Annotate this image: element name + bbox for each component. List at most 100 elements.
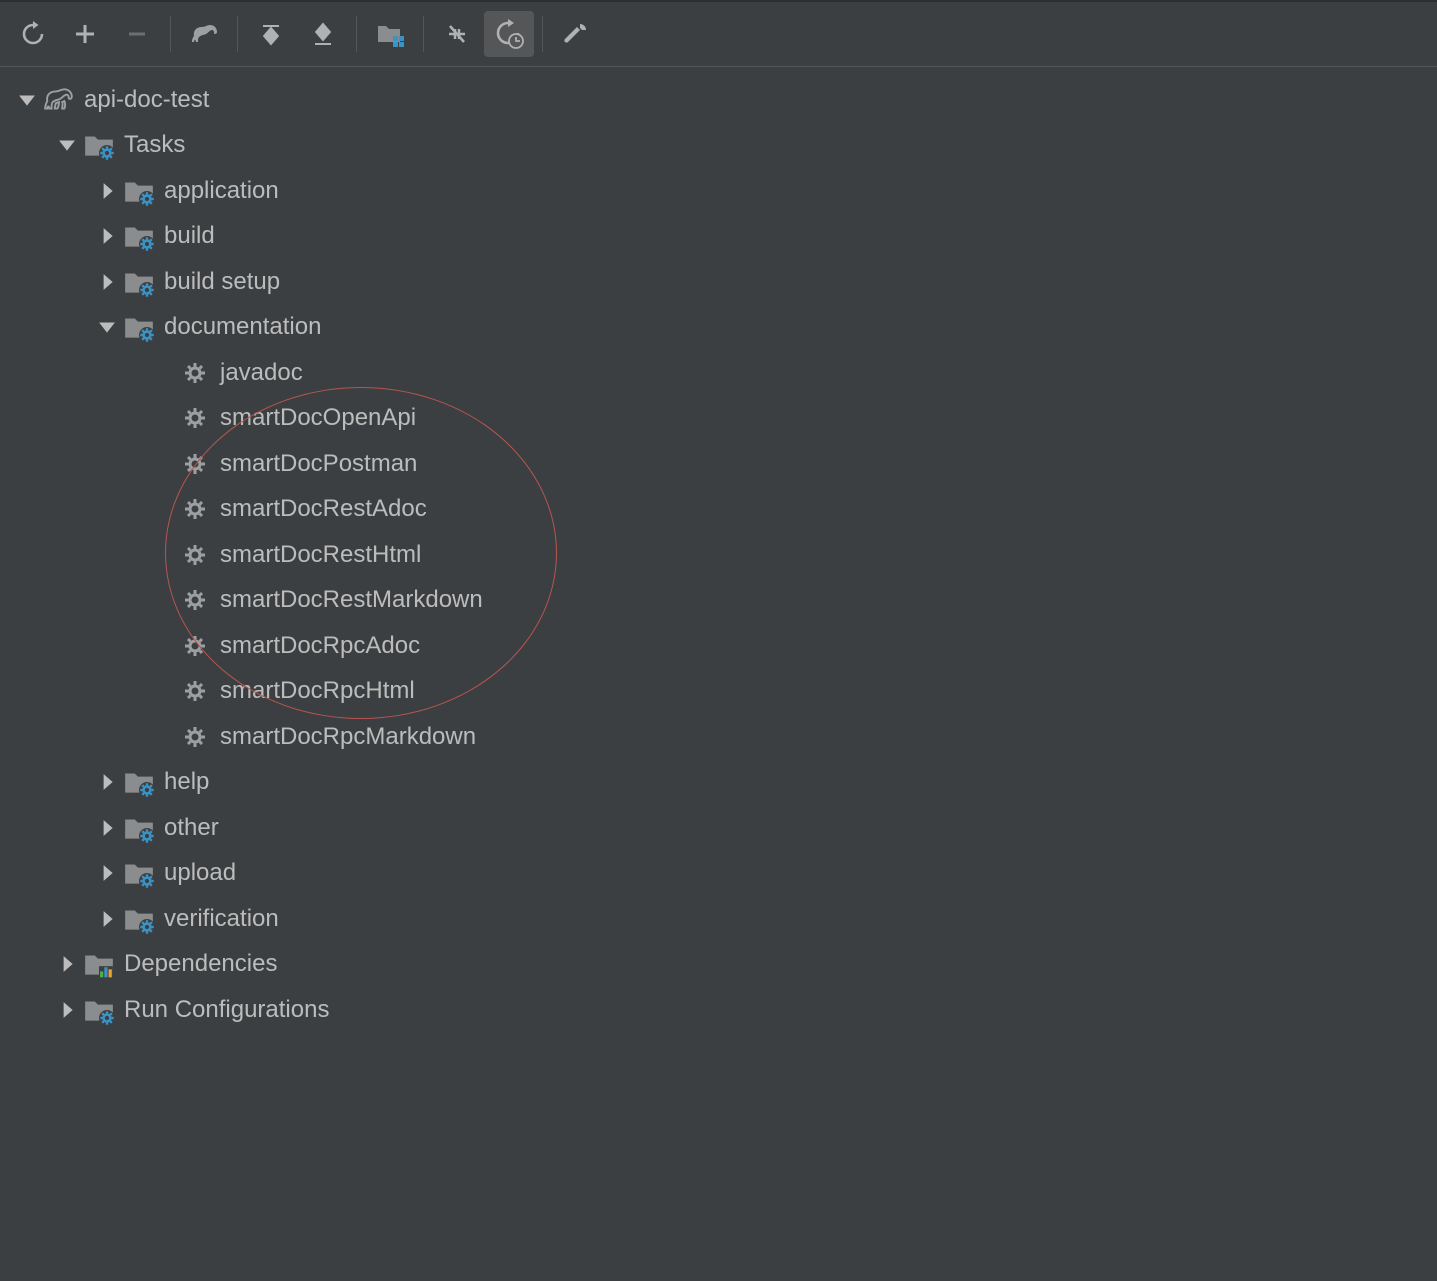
- chevron-right-icon[interactable]: [98, 182, 116, 200]
- folder-gear-icon: [122, 811, 156, 845]
- gradle-icon: [42, 83, 76, 117]
- gradle-link-button[interactable]: [179, 11, 229, 57]
- gear-icon: [178, 356, 212, 390]
- tree-project-root[interactable]: api-doc-test: [0, 77, 1437, 123]
- refresh-clock-icon: [494, 19, 524, 49]
- group-label: build: [164, 222, 215, 250]
- settings-button[interactable]: [551, 11, 601, 57]
- tree-task-smartdoc-openapi[interactable]: smartDocOpenApi: [0, 396, 1437, 442]
- project-name-label: api-doc-test: [84, 86, 209, 114]
- group-label: verification: [164, 905, 279, 933]
- task-label: javadoc: [220, 359, 303, 387]
- toolbar-separator: [542, 16, 543, 52]
- tree-task-smartdoc-postman[interactable]: smartDocPostman: [0, 441, 1437, 487]
- tree-task-smartdoc-rpc-html[interactable]: smartDocRpcHtml: [0, 669, 1437, 715]
- chevron-right-icon[interactable]: [98, 864, 116, 882]
- chevron-right-icon[interactable]: [98, 227, 116, 245]
- gear-icon: [178, 538, 212, 572]
- group-label: application: [164, 177, 279, 205]
- tree-task-smartdoc-rest-adoc[interactable]: smartDocRestAdoc: [0, 487, 1437, 533]
- auto-reload-button[interactable]: [484, 11, 534, 57]
- tree-node-tasks[interactable]: Tasks: [0, 123, 1437, 169]
- folder-gear-icon: [122, 856, 156, 890]
- project-selector-button[interactable]: [365, 11, 415, 57]
- gear-icon: [178, 629, 212, 663]
- tree-group-build[interactable]: build: [0, 214, 1437, 260]
- remove-button[interactable]: [112, 11, 162, 57]
- tree-task-smartdoc-rest-html[interactable]: smartDocRestHtml: [0, 532, 1437, 578]
- chevron-down-icon[interactable]: [98, 318, 116, 336]
- group-label: upload: [164, 859, 236, 887]
- expand-all-button[interactable]: [246, 11, 296, 57]
- group-label: documentation: [164, 313, 321, 341]
- offline-mode-button[interactable]: [432, 11, 482, 57]
- task-label: smartDocRpcAdoc: [220, 632, 420, 660]
- dependencies-label: Dependencies: [124, 950, 277, 978]
- task-label: smartDocOpenApi: [220, 404, 416, 432]
- chevron-right-icon[interactable]: [98, 773, 116, 791]
- task-label: smartDocRestAdoc: [220, 495, 427, 523]
- plus-icon: [73, 22, 97, 46]
- gear-icon: [178, 674, 212, 708]
- task-label: smartDocPostman: [220, 450, 417, 478]
- task-label: smartDocRpcHtml: [220, 677, 415, 705]
- run-configs-label: Run Configurations: [124, 996, 329, 1024]
- tree-task-smartdoc-rest-markdown[interactable]: smartDocRestMarkdown: [0, 578, 1437, 624]
- gear-icon: [178, 720, 212, 754]
- folder-grid-icon: [375, 19, 405, 49]
- task-label: smartDocRpcMarkdown: [220, 723, 476, 751]
- tree-task-smartdoc-rpc-markdown[interactable]: smartDocRpcMarkdown: [0, 714, 1437, 760]
- toolbar-separator: [423, 16, 424, 52]
- elephant-icon: [189, 19, 219, 49]
- tree-group-verification[interactable]: verification: [0, 896, 1437, 942]
- folder-gear-icon: [122, 310, 156, 344]
- toolbar-separator: [170, 16, 171, 52]
- tree-group-build-setup[interactable]: build setup: [0, 259, 1437, 305]
- tree-task-javadoc[interactable]: javadoc: [0, 350, 1437, 396]
- tree-task-smartdoc-rpc-adoc[interactable]: smartDocRpcAdoc: [0, 623, 1437, 669]
- folder-gear-icon: [82, 128, 116, 162]
- folder-gear-icon: [122, 265, 156, 299]
- tree-node-run-configurations[interactable]: Run Configurations: [0, 987, 1437, 1033]
- chevron-right-icon[interactable]: [98, 819, 116, 837]
- chevron-right-icon[interactable]: [98, 273, 116, 291]
- folder-gear-icon: [122, 174, 156, 208]
- folder-gear-icon: [122, 902, 156, 936]
- toolbar: [0, 2, 1437, 67]
- expand-all-icon: [259, 22, 283, 46]
- toolbar-separator: [237, 16, 238, 52]
- tree-group-upload[interactable]: upload: [0, 851, 1437, 897]
- refresh-button[interactable]: [8, 11, 58, 57]
- collapse-all-icon: [311, 22, 335, 46]
- minus-icon: [125, 22, 149, 46]
- tree-group-help[interactable]: help: [0, 760, 1437, 806]
- tree-group-other[interactable]: other: [0, 805, 1437, 851]
- gradle-project-tree[interactable]: api-doc-test Tasks application build bui…: [0, 67, 1437, 1033]
- chevron-down-icon[interactable]: [58, 136, 76, 154]
- folder-gear-icon: [122, 765, 156, 799]
- group-label: help: [164, 768, 209, 796]
- gear-icon: [178, 401, 212, 435]
- group-label: build setup: [164, 268, 280, 296]
- wrench-icon: [563, 21, 589, 47]
- chevron-right-icon[interactable]: [58, 1001, 76, 1019]
- offline-icon: [444, 21, 470, 47]
- tree-group-application[interactable]: application: [0, 168, 1437, 214]
- chevron-right-icon[interactable]: [58, 955, 76, 973]
- chevron-right-icon[interactable]: [98, 910, 116, 928]
- gear-icon: [178, 447, 212, 481]
- chevron-down-icon[interactable]: [18, 91, 36, 109]
- task-label: smartDocRestMarkdown: [220, 586, 483, 614]
- group-label: other: [164, 814, 219, 842]
- folder-gear-icon: [122, 219, 156, 253]
- tree-node-dependencies[interactable]: Dependencies: [0, 942, 1437, 988]
- gear-icon: [178, 583, 212, 617]
- gear-icon: [178, 492, 212, 526]
- tree-group-documentation[interactable]: documentation: [0, 305, 1437, 351]
- toolbar-separator: [356, 16, 357, 52]
- task-label: smartDocRestHtml: [220, 541, 421, 569]
- folder-bars-icon: [82, 947, 116, 981]
- tasks-label: Tasks: [124, 131, 185, 159]
- add-button[interactable]: [60, 11, 110, 57]
- collapse-all-button[interactable]: [298, 11, 348, 57]
